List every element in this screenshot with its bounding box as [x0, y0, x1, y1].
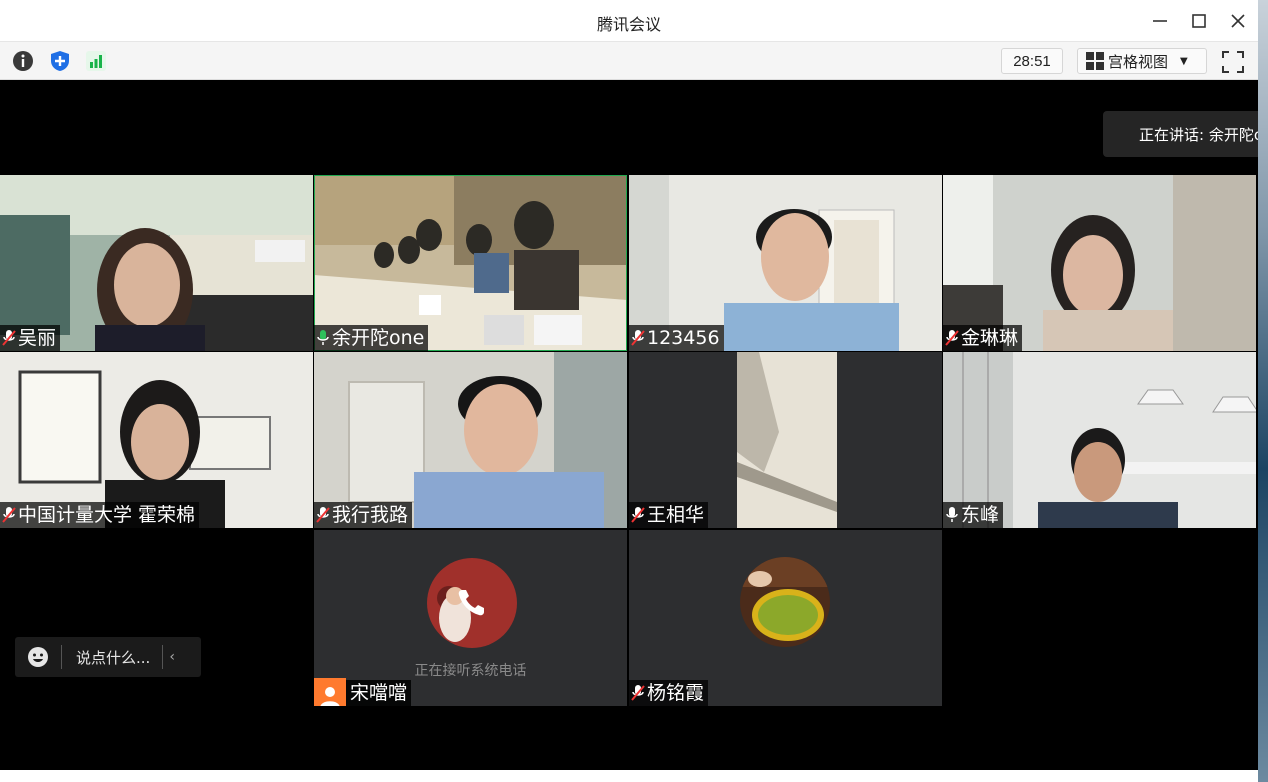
video-tile[interactable]: 中国计量大学 霍荣棉	[0, 352, 313, 528]
info-icon[interactable]	[12, 50, 34, 72]
video-tile-audio-only[interactable]: 杨铭霞	[629, 530, 942, 706]
video-tile-phone[interactable]: 正在接听系统电话 宋噹噹	[314, 530, 627, 706]
participant-name-tag: 123456	[629, 325, 724, 351]
meeting-timer: 28:51	[1001, 48, 1063, 74]
participant-name-tag: 我行我路	[314, 502, 413, 528]
mic-muted-icon	[631, 330, 645, 346]
avatar	[740, 557, 830, 647]
video-tile[interactable]: 东峰	[943, 352, 1256, 528]
video-tile-active-speaker[interactable]: 余开陀one	[314, 175, 627, 351]
maximize-button[interactable]	[1184, 6, 1214, 36]
chevron-down-icon: ▼	[1180, 55, 1188, 67]
window-title: 腾讯会议	[596, 15, 661, 34]
mic-muted-icon	[631, 685, 645, 701]
mic-on-icon	[317, 330, 329, 345]
mic-on-icon	[946, 507, 958, 522]
participant-name-tag: 中国计量大学 霍荣棉	[0, 502, 200, 528]
user-avatar-icon	[314, 678, 346, 706]
video-tile[interactable]: 123456	[629, 175, 942, 351]
window-bottom-border	[0, 770, 1258, 782]
close-button[interactable]	[1223, 6, 1253, 36]
signal-icon[interactable]	[85, 50, 107, 72]
chat-input[interactable]: 说点什么...	[76, 647, 150, 668]
minimize-button[interactable]	[1145, 6, 1175, 36]
participant-name: 王相华	[647, 504, 705, 526]
mic-muted-icon	[316, 507, 330, 523]
mic-muted-icon	[2, 330, 16, 346]
title-bar: 腾讯会议	[0, 0, 1258, 42]
fullscreen-icon[interactable]	[1220, 49, 1246, 75]
chevron-left-icon[interactable]: ‹	[169, 649, 175, 665]
maximize-icon	[1192, 14, 1206, 28]
grid-view-icon	[1086, 52, 1104, 70]
participant-name: 杨铭霞	[647, 682, 705, 704]
minimize-icon	[1153, 20, 1167, 22]
close-icon	[1231, 14, 1245, 28]
participant-name: 123456	[647, 327, 720, 349]
call-status-text: 正在接听系统电话	[414, 663, 527, 679]
participant-name-tag: 金琳琳	[943, 325, 1023, 351]
chat-input-bar[interactable]: 说点什么... ‹	[15, 637, 201, 677]
emoji-icon[interactable]	[27, 646, 49, 668]
video-tile[interactable]: 王相华	[629, 352, 942, 528]
speaking-label: 正在讲话: 余开陀one	[1139, 125, 1268, 144]
participant-name: 宋噹噹	[350, 682, 408, 704]
participant-name-tag: 王相华	[629, 502, 709, 528]
video-grid: 吴丽 余开陀one 123456 金琳琳 中国计量大学 霍荣棉 我行我路 王相华…	[0, 80, 1258, 770]
meeting-toolbar: 28:51 宫格视图 ▼	[0, 42, 1258, 80]
participant-name: 吴丽	[18, 327, 57, 349]
participant-name-tag: 余开陀one	[314, 325, 429, 351]
video-tile[interactable]: 吴丽	[0, 175, 313, 351]
mic-muted-icon	[945, 330, 959, 346]
participant-name: 我行我路	[332, 504, 409, 526]
view-mode-dropdown[interactable]: 宫格视图 ▼	[1077, 48, 1207, 74]
view-mode-label: 宫格视图	[1108, 52, 1169, 71]
participant-name: 金琳琳	[961, 327, 1019, 349]
participant-name-tag: 吴丽	[0, 325, 61, 351]
participant-name: 余开陀one	[332, 327, 425, 349]
mic-muted-icon	[631, 507, 645, 523]
participant-name-tag: 宋噹噹	[314, 678, 412, 706]
participant-name: 中国计量大学 霍荣棉	[18, 504, 196, 526]
video-tile[interactable]: 金琳琳	[943, 175, 1256, 351]
divider	[162, 645, 164, 669]
desktop-background-edge	[1258, 0, 1268, 782]
participant-name-tag: 东峰	[943, 502, 1004, 528]
divider	[61, 645, 62, 669]
participant-name-tag: 杨铭霞	[629, 680, 709, 706]
participant-name: 东峰	[961, 504, 1000, 526]
phone-icon	[458, 590, 484, 616]
active-speaker-indicator: 正在讲话: 余开陀one	[1103, 111, 1268, 157]
shield-icon[interactable]	[49, 50, 71, 72]
video-tile[interactable]: 我行我路	[314, 352, 627, 528]
mic-muted-icon	[2, 507, 16, 523]
